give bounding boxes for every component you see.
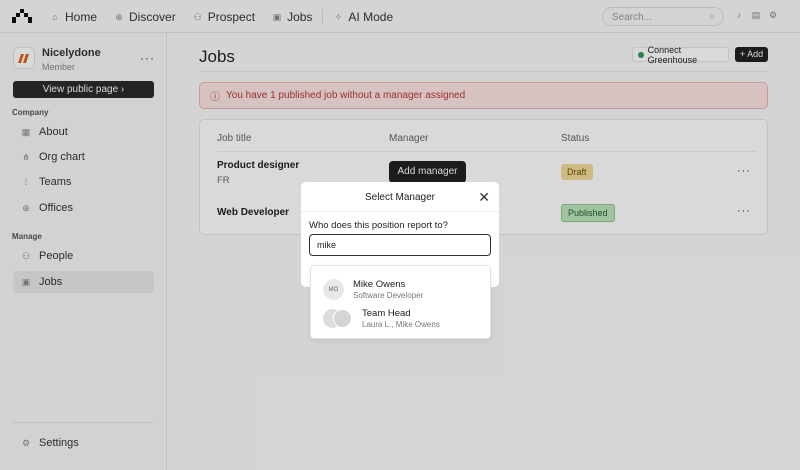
divider — [301, 211, 499, 212]
question-label: Who does this position report to? — [309, 220, 448, 231]
avatar: MO — [323, 279, 344, 300]
manager-search-input[interactable] — [309, 234, 491, 256]
group-avatar-icon — [323, 308, 353, 329]
dialog-title: Select Manager — [364, 192, 436, 203]
option-team-head[interactable]: Team Head Laura L., Mike Owens — [323, 308, 440, 329]
manager-suggestions: MO Mike Owens Software Developer Team Hea… — [310, 265, 491, 339]
close-icon[interactable]: ✕ — [478, 189, 490, 206]
option-mike-owens[interactable]: MO Mike Owens Software Developer — [323, 279, 423, 300]
